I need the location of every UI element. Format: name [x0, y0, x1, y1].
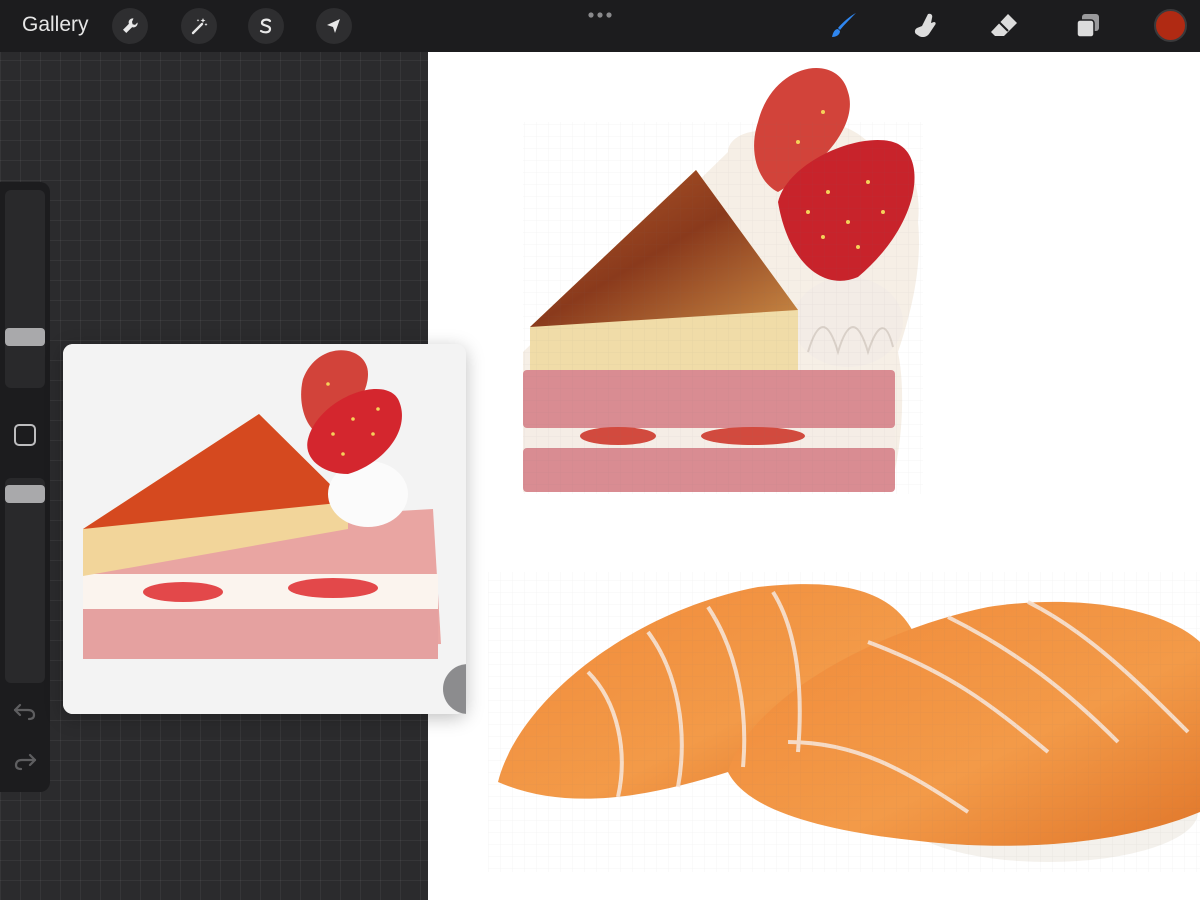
- layers-icon: [1076, 14, 1099, 38]
- drawing-canvas[interactable]: [428, 52, 1200, 900]
- wrench-icon: [123, 18, 138, 33]
- gallery-button[interactable]: Gallery: [22, 13, 89, 37]
- smudge-icon: [914, 13, 936, 38]
- top-toolbar: Gallery: [0, 0, 1200, 52]
- eraser-tool-button[interactable]: [986, 8, 1022, 44]
- opacity-handle[interactable]: [5, 485, 45, 503]
- brush-size-handle[interactable]: [5, 328, 45, 346]
- selection-s-icon: [259, 18, 272, 34]
- layers-button[interactable]: [1070, 8, 1106, 44]
- reference-image: [63, 344, 466, 714]
- reference-window[interactable]: [63, 344, 466, 714]
- salmon-sushi-drawing: [488, 572, 1200, 872]
- magic-wand-icon: [191, 18, 208, 35]
- adjustments-button[interactable]: [181, 8, 217, 44]
- opacity-slider[interactable]: [5, 478, 45, 683]
- modify-square-icon[interactable]: [14, 424, 36, 446]
- redo-icon[interactable]: [12, 750, 38, 772]
- cake-drawing: [523, 68, 923, 494]
- brush-icon: [832, 13, 856, 37]
- undo-icon[interactable]: [12, 700, 38, 722]
- more-dots-icon[interactable]: [586, 10, 614, 20]
- actions-button[interactable]: [112, 8, 148, 44]
- brush-tool-button[interactable]: [826, 8, 862, 44]
- artwork: [488, 68, 1200, 872]
- color-picker-button[interactable]: [1154, 9, 1187, 42]
- transform-button[interactable]: [316, 8, 352, 44]
- smudge-tool-button[interactable]: [908, 8, 944, 44]
- transform-arrow-icon: [327, 19, 340, 33]
- eraser-icon: [991, 14, 1017, 36]
- brush-size-slider[interactable]: [5, 190, 45, 388]
- selection-button[interactable]: [248, 8, 284, 44]
- left-sidebar: [0, 182, 50, 792]
